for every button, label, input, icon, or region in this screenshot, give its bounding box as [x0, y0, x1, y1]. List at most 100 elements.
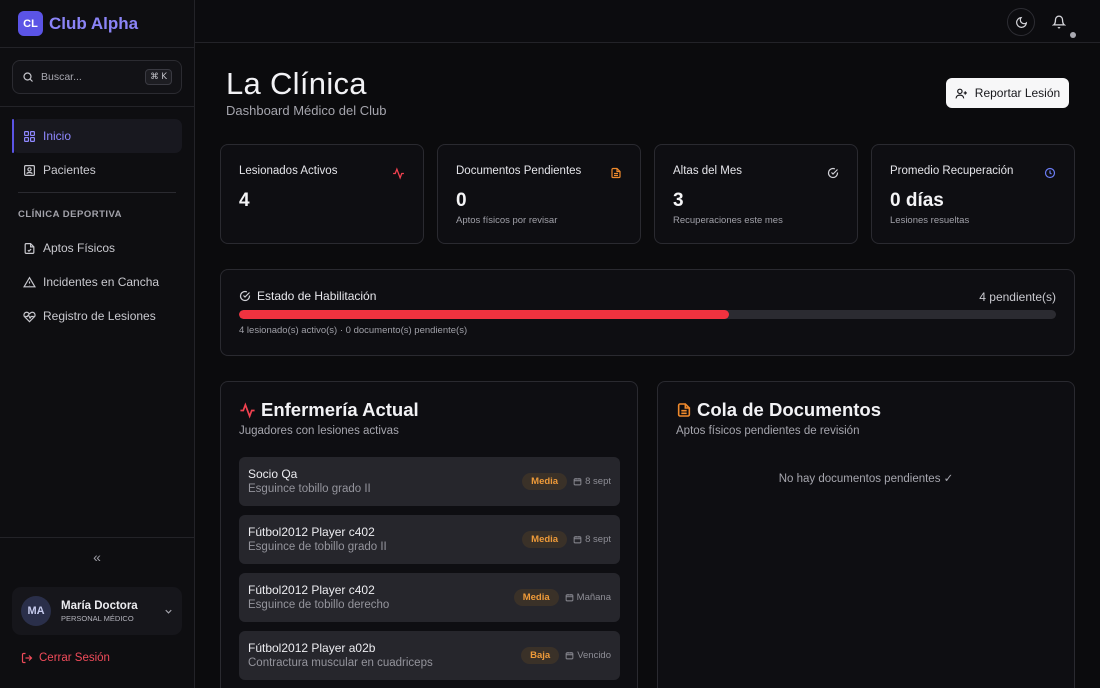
documents-panel: Cola de Documentos Aptos físicos pendien…: [657, 381, 1075, 688]
sidebar-item-label: Registro de Lesiones: [43, 309, 156, 323]
documents-title: Cola de Documentos: [676, 399, 881, 421]
injury-date: 8 sept: [573, 476, 611, 487]
theme-toggle-button[interactable]: [1007, 8, 1035, 36]
injury-meta: Media Mañana: [513, 589, 611, 606]
brand-logo: CL: [18, 11, 43, 36]
stat-label: Lesionados Activos: [239, 165, 338, 177]
injury-meta: Media 8 sept: [522, 473, 611, 490]
infirmary-subtitle: Jugadores con lesiones activas: [239, 425, 399, 437]
stat-value: 0: [456, 190, 467, 211]
main-content: La Clínica Dashboard Médico del Club Rep…: [195, 43, 1100, 688]
calendar-icon: [565, 652, 574, 660]
bell-icon: [1052, 15, 1066, 29]
severity-badge: Media: [522, 473, 568, 490]
injury-date: 8 sept: [573, 534, 611, 545]
brand-name: Club Alpha: [49, 13, 139, 33]
brand[interactable]: CL Club Alpha: [0, 0, 194, 48]
player-name: Fútbol2012 Player a02b: [248, 641, 376, 655]
document-icon: [611, 167, 621, 179]
user-menu[interactable]: MA María Doctora PERSONAL MÉDICO: [12, 587, 182, 635]
grid-icon: [24, 130, 35, 142]
documents-title-text: Cola de Documentos: [697, 399, 881, 420]
document-icon: [677, 403, 691, 417]
sidebar: CL Club Alpha Buscar... ⌘ K Inicio Pacie…: [0, 0, 195, 688]
stat-label: Altas del Mes: [673, 165, 743, 177]
sidebar-item-aptos-fisicos[interactable]: Aptos Físicos: [12, 231, 182, 265]
sidebar-item-inicio[interactable]: Inicio: [12, 119, 182, 153]
injury-meta: Media 8 sept: [522, 531, 611, 548]
activity-icon: [393, 167, 404, 180]
severity-badge: Media: [522, 531, 568, 548]
sidebar-item-label: Incidentes en Cancha: [43, 275, 160, 289]
injury-date-text: Vencido: [577, 650, 611, 661]
search-placeholder: Buscar...: [41, 71, 82, 83]
sidebar-item-label: Inicio: [43, 129, 72, 143]
sidebar-item-registro-lesiones[interactable]: Registro de Lesiones: [12, 299, 182, 333]
stat-label: Documentos Pendientes: [456, 165, 582, 177]
documents-empty-state: No hay documentos pendientes ✓: [778, 473, 954, 485]
injury-date-text: 8 sept: [585, 534, 611, 545]
user-role: PERSONAL MÉDICO: [61, 613, 134, 623]
calendar-icon: [573, 478, 582, 486]
check-circle-icon: [239, 290, 251, 302]
page-title: La Clínica: [226, 66, 367, 101]
stat-desc: Recuperaciones este mes: [673, 215, 783, 226]
stat-card-promedio: Promedio Recuperación 0 días Lesiones re…: [871, 144, 1075, 244]
injury-desc: Contractura muscular en cuadriceps: [248, 657, 433, 669]
stat-label: Promedio Recuperación: [890, 165, 1014, 177]
injury-meta: Baja Vencido: [521, 647, 611, 664]
stat-desc: Lesiones resueltas: [890, 215, 970, 226]
stat-value: 0 días: [890, 190, 944, 211]
injury-date-text: 8 sept: [585, 476, 611, 487]
logout-button[interactable]: Cerrar Sesión: [21, 652, 110, 664]
habilitacion-card: Estado de Habilitación 4 pendiente(s) 4 …: [220, 269, 1075, 356]
id-card-icon: [24, 164, 35, 176]
stat-value: 3: [673, 190, 684, 211]
chevron-down-icon: [165, 609, 172, 614]
stat-card-lesionados: Lesionados Activos 4: [220, 144, 424, 244]
sidebar-item-incidentes[interactable]: Incidentes en Cancha: [12, 265, 182, 299]
logout-label: Cerrar Sesión: [39, 652, 110, 664]
injury-date: Vencido: [565, 650, 611, 661]
list-item[interactable]: Fútbol2012 Player c402 Esguince de tobil…: [239, 573, 620, 622]
stat-desc: Aptos físicos por revisar: [456, 215, 558, 226]
player-name: Fútbol2012 Player c402: [248, 583, 375, 597]
injury-desc: Esguince tobillo grado II: [248, 483, 371, 495]
injury-date: Mañana: [565, 592, 611, 603]
habilitacion-title: Estado de Habilitación: [239, 289, 376, 303]
list-item[interactable]: Fútbol2012 Player a02b Contractura muscu…: [239, 631, 620, 680]
search-input[interactable]: Buscar... ⌘ K: [12, 60, 182, 94]
habilitacion-progress: [239, 310, 1056, 319]
check-circle-icon: [827, 167, 839, 179]
player-name: Socio Qa: [248, 467, 298, 481]
calendar-icon: [573, 536, 582, 544]
notifications-button[interactable]: [1045, 8, 1073, 36]
habilitacion-title-text: Estado de Habilitación: [257, 289, 377, 303]
topbar: [195, 0, 1100, 43]
search-shortcut: ⌘ K: [145, 69, 172, 85]
sidebar-item-label: Pacientes: [43, 163, 96, 177]
infirmary-title: Enfermería Actual: [239, 399, 419, 421]
sidebar-item-pacientes[interactable]: Pacientes: [12, 153, 182, 187]
nav-divider: [18, 192, 176, 193]
injury-desc: Esguince de tobillo grado II: [248, 541, 387, 553]
sidebar-item-label: Aptos Físicos: [43, 241, 116, 255]
list-item[interactable]: Socio Qa Esguince tobillo grado II Media…: [239, 457, 620, 506]
report-injury-button[interactable]: Reportar Lesión: [946, 78, 1069, 108]
injury-desc: Esguince de tobillo derecho: [248, 599, 390, 611]
file-icon: [24, 242, 35, 254]
search-section: Buscar... ⌘ K: [0, 48, 194, 107]
collapse-sidebar-button[interactable]: «: [0, 537, 194, 575]
activity-icon: [240, 401, 255, 419]
user-name: María Doctora: [61, 599, 138, 612]
calendar-icon: [565, 594, 573, 602]
warning-icon: [23, 275, 36, 287]
severity-badge: Media: [513, 589, 559, 606]
list-item[interactable]: Fútbol2012 Player c402 Esguince de tobil…: [239, 515, 620, 564]
infirmary-title-text: Enfermería Actual: [261, 399, 419, 420]
moon-icon: [1015, 16, 1027, 28]
stat-card-altas: Altas del Mes 3 Recuperaciones este mes: [654, 144, 858, 244]
severity-badge: Baja: [521, 647, 560, 664]
user-plus-icon: [955, 88, 967, 98]
avatar: MA: [21, 596, 51, 626]
